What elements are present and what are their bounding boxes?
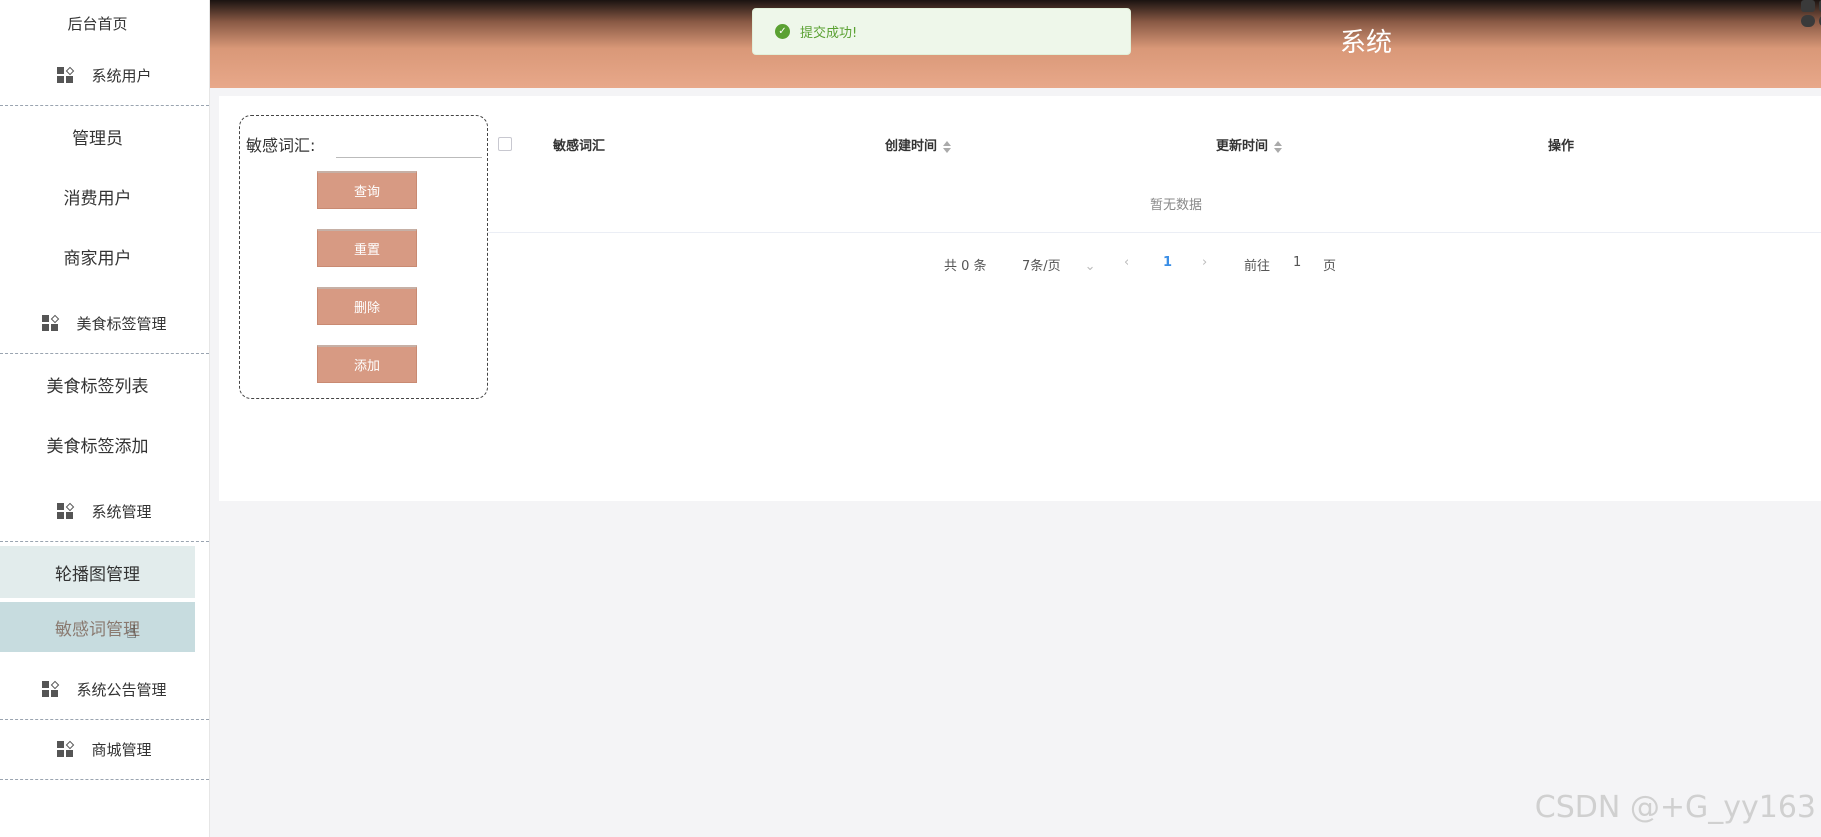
grid-icon [42,680,60,699]
page-size-select[interactable]: 7条/页 ⌄ [1022,255,1096,274]
sensitive-word-input[interactable] [336,128,482,158]
select-all-checkbox[interactable] [498,137,512,151]
sidebar-item-admin[interactable]: 管理员 [0,106,195,166]
goto-page-input[interactable]: 1 [1293,255,1301,270]
goto-prefix: 前往 [1244,259,1271,274]
pagination: 共 0 条 7条/页 ⌄ ‹ 1 › 前往 1 页 [0,255,1821,275]
page-number-current[interactable]: 1 [1163,255,1172,270]
table-empty-text: 暂无数据 [1150,198,1203,213]
goto-suffix: 页 [1323,259,1337,274]
table-header: 敏感词汇 创建时间 更新时间 操作 [488,125,1821,161]
column-header-word: 敏感词汇 [553,139,606,154]
logo-icon [1801,0,1821,27]
query-button[interactable]: 查询 [317,171,417,209]
sidebar-group-label: 系统公告管理 [76,681,167,699]
sidebar-item-food-tag-list[interactable]: 美食标签列表 [0,354,195,414]
recorder-watermark: EVCapture4.0.2软件录制 [0,2,131,15]
sidebar-item-label: 美食标签添加 [46,436,149,457]
sort-icon[interactable] [1274,140,1283,154]
add-button[interactable]: 添加 [317,345,417,383]
sidebar-group-mall[interactable]: 商城管理 [0,720,209,780]
search-label: 敏感词汇: [246,136,316,155]
check-circle-icon: ✓ [775,24,790,39]
sidebar-item-label: 管理员 [72,128,123,149]
next-page-icon[interactable]: › [1202,255,1207,270]
sort-icon[interactable] [943,140,952,154]
sidebar-group-food-tags[interactable]: 美食标签管理 [0,294,209,354]
prev-page-icon[interactable]: ‹ [1124,255,1129,270]
sidebar-group-system-management[interactable]: 系统管理 [0,482,209,542]
sidebar-item-label: 后台首页 [67,15,128,33]
grid-icon [57,502,75,521]
hand-cursor-icon: ☝ [126,622,137,643]
success-toast: ✓ 提交成功! [752,8,1131,55]
column-header-updated[interactable]: 更新时间 [1216,135,1283,154]
grid-icon [42,314,60,333]
delete-button[interactable]: 删除 [317,287,417,325]
sidebar-group-system-users[interactable]: 系统用户 [0,46,209,106]
grid-icon [57,66,75,85]
sidebar-item-label: 消费用户 [63,188,132,209]
toast-message: 提交成功! [800,26,858,41]
table-divider [488,232,1821,233]
sidebar-item-sensitive-words[interactable]: 敏感词管理 [0,602,195,652]
pagination-total: 共 0 条 [944,259,987,274]
chevron-down-icon: ⌄ [1084,259,1096,274]
sidebar-group-label: 商城管理 [91,741,152,759]
grid-icon [57,740,75,759]
sidebar: 后台首页 系统用户 管理员 消费用户 商家用户 美食标签管理 美食标签列表 美食… [0,0,210,837]
sidebar-item-food-tag-add[interactable]: 美食标签添加 [0,414,195,474]
column-header-created[interactable]: 创建时间 [885,135,952,154]
csdn-watermark: CSDN @+G_yy163 [1534,790,1816,825]
sidebar-item-consumer-users[interactable]: 消费用户 [0,166,195,226]
page-title: 系统 [1340,28,1393,58]
sidebar-group-label: 系统用户 [91,67,152,85]
sidebar-item-carousel[interactable]: 轮播图管理 [0,546,195,598]
sidebar-item-label: 轮播图管理 [55,564,140,585]
sidebar-group-label: 系统管理 [91,503,152,521]
sidebar-group-announcements[interactable]: 系统公告管理 [0,660,209,720]
sidebar-group-label: 美食标签管理 [76,315,167,333]
sidebar-item-label: 美食标签列表 [46,376,149,397]
column-header-actions: 操作 [1548,139,1575,154]
